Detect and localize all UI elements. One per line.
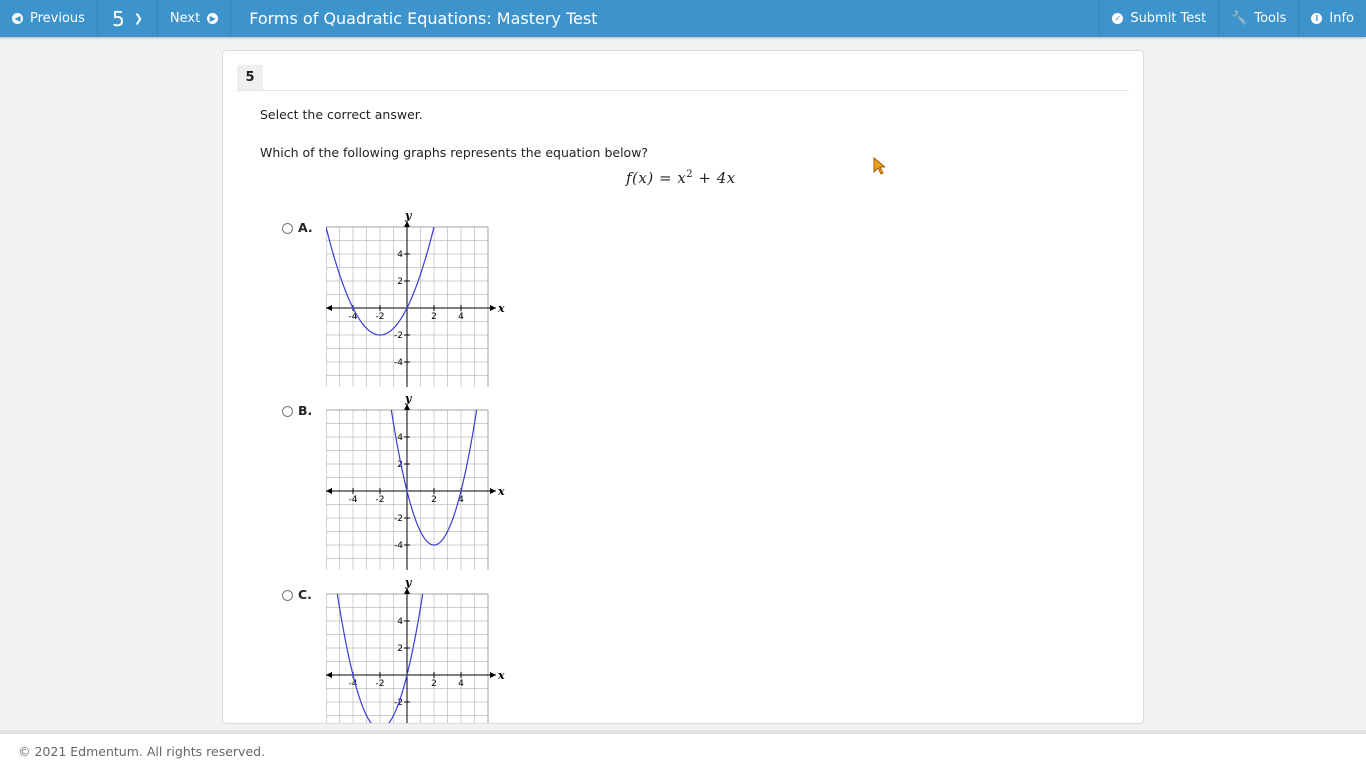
y-tick-label: 4 — [397, 433, 403, 443]
footer: © 2021 Edmentum. All rights reserved. — [0, 730, 1366, 768]
equation-lhs: f(x) = x — [626, 169, 687, 187]
y-tick-label: 4 — [397, 617, 403, 627]
x-axis-label: x — [497, 302, 505, 315]
chevron-down-icon: ❯ — [133, 12, 143, 25]
y-axis-label: y — [404, 394, 413, 405]
previous-label: Previous — [30, 11, 85, 26]
x-tick-label: 4 — [458, 679, 464, 689]
x-tick-label: -2 — [376, 679, 385, 689]
x-tick-label: -2 — [376, 495, 385, 505]
info-icon: i — [1311, 13, 1323, 24]
graph-choice-c: xy-4-4-2-22244 — [326, 578, 505, 723]
x-arrow-left — [326, 488, 332, 494]
x-tick-label: 2 — [431, 312, 437, 322]
previous-button[interactable]: ◀ Previous — [0, 0, 98, 37]
arrow-right-icon: ▶ — [207, 13, 219, 24]
x-arrow-right — [490, 305, 496, 311]
test-title: Forms of Quadratic Equations: Mastery Te… — [249, 9, 598, 28]
x-tick-label: 2 — [431, 679, 437, 689]
x-arrow-left — [326, 305, 332, 311]
copyright-text: © 2021 Edmentum. All rights reserved. — [18, 744, 266, 759]
next-button[interactable]: Next ▶ — [158, 0, 232, 37]
tools-label: Tools — [1254, 11, 1287, 26]
graph-choice-a: xy-4-4-2-22244 — [326, 211, 505, 387]
arrow-left-icon: ◀ — [12, 13, 23, 24]
choice-label: A. — [298, 220, 313, 235]
x-tick-label: 2 — [431, 495, 437, 505]
y-tick-label: -4 — [394, 358, 403, 368]
divider — [237, 90, 1129, 91]
equation: f(x) = x2 + 4x — [626, 169, 736, 187]
question-panel: 5 Select the correct answer. Which of th… — [222, 50, 1144, 724]
y-axis-label: y — [404, 578, 413, 589]
radio-button[interactable] — [282, 223, 293, 234]
graph-choice-b: xy-4-4-2-22244 — [326, 394, 505, 570]
choice-label: B. — [298, 403, 313, 418]
info-label: Info — [1329, 11, 1354, 26]
tools-button[interactable]: 🔧 Tools — [1218, 0, 1298, 37]
check-circle-icon: ✓ — [1112, 13, 1124, 24]
question-number-value: 5 — [111, 6, 125, 31]
submit-label: Submit Test — [1130, 11, 1207, 26]
question-number-badge: 5 — [237, 65, 263, 91]
y-tick-label: -2 — [394, 514, 403, 524]
x-arrow-left — [326, 672, 332, 678]
question-prompt: Which of the following graphs represents… — [260, 145, 649, 160]
y-tick-label: 2 — [397, 644, 403, 654]
x-tick-label: -2 — [376, 312, 385, 322]
wrench-icon: 🔧 — [1231, 11, 1248, 26]
choice-label: C. — [298, 587, 312, 602]
top-toolbar: ◀ Previous 5 ❯ Next ▶ Forms of Quadratic… — [0, 0, 1366, 37]
mouse-cursor-icon — [873, 157, 885, 175]
y-tick-label: 4 — [397, 250, 403, 260]
question-number-select[interactable]: 5 ❯ — [98, 0, 158, 37]
x-tick-label: 4 — [458, 312, 464, 322]
y-tick-label: -2 — [394, 331, 403, 341]
x-tick-label: -4 — [349, 495, 358, 505]
instruction-text: Select the correct answer. — [260, 107, 423, 122]
x-axis-label: x — [497, 485, 505, 498]
submit-test-button[interactable]: ✓ Submit Test — [1099, 0, 1218, 37]
equation-rhs: + 4x — [693, 169, 736, 187]
x-arrow-right — [490, 488, 496, 494]
x-arrow-right — [490, 672, 496, 678]
x-axis-label: x — [497, 669, 505, 682]
next-label: Next — [169, 11, 201, 26]
y-axis-label: y — [404, 211, 413, 222]
y-tick-label: -4 — [394, 541, 403, 551]
radio-button[interactable] — [282, 590, 293, 601]
info-button[interactable]: i Info — [1298, 0, 1366, 37]
y-tick-label: 2 — [397, 277, 403, 287]
radio-button[interactable] — [282, 406, 293, 417]
